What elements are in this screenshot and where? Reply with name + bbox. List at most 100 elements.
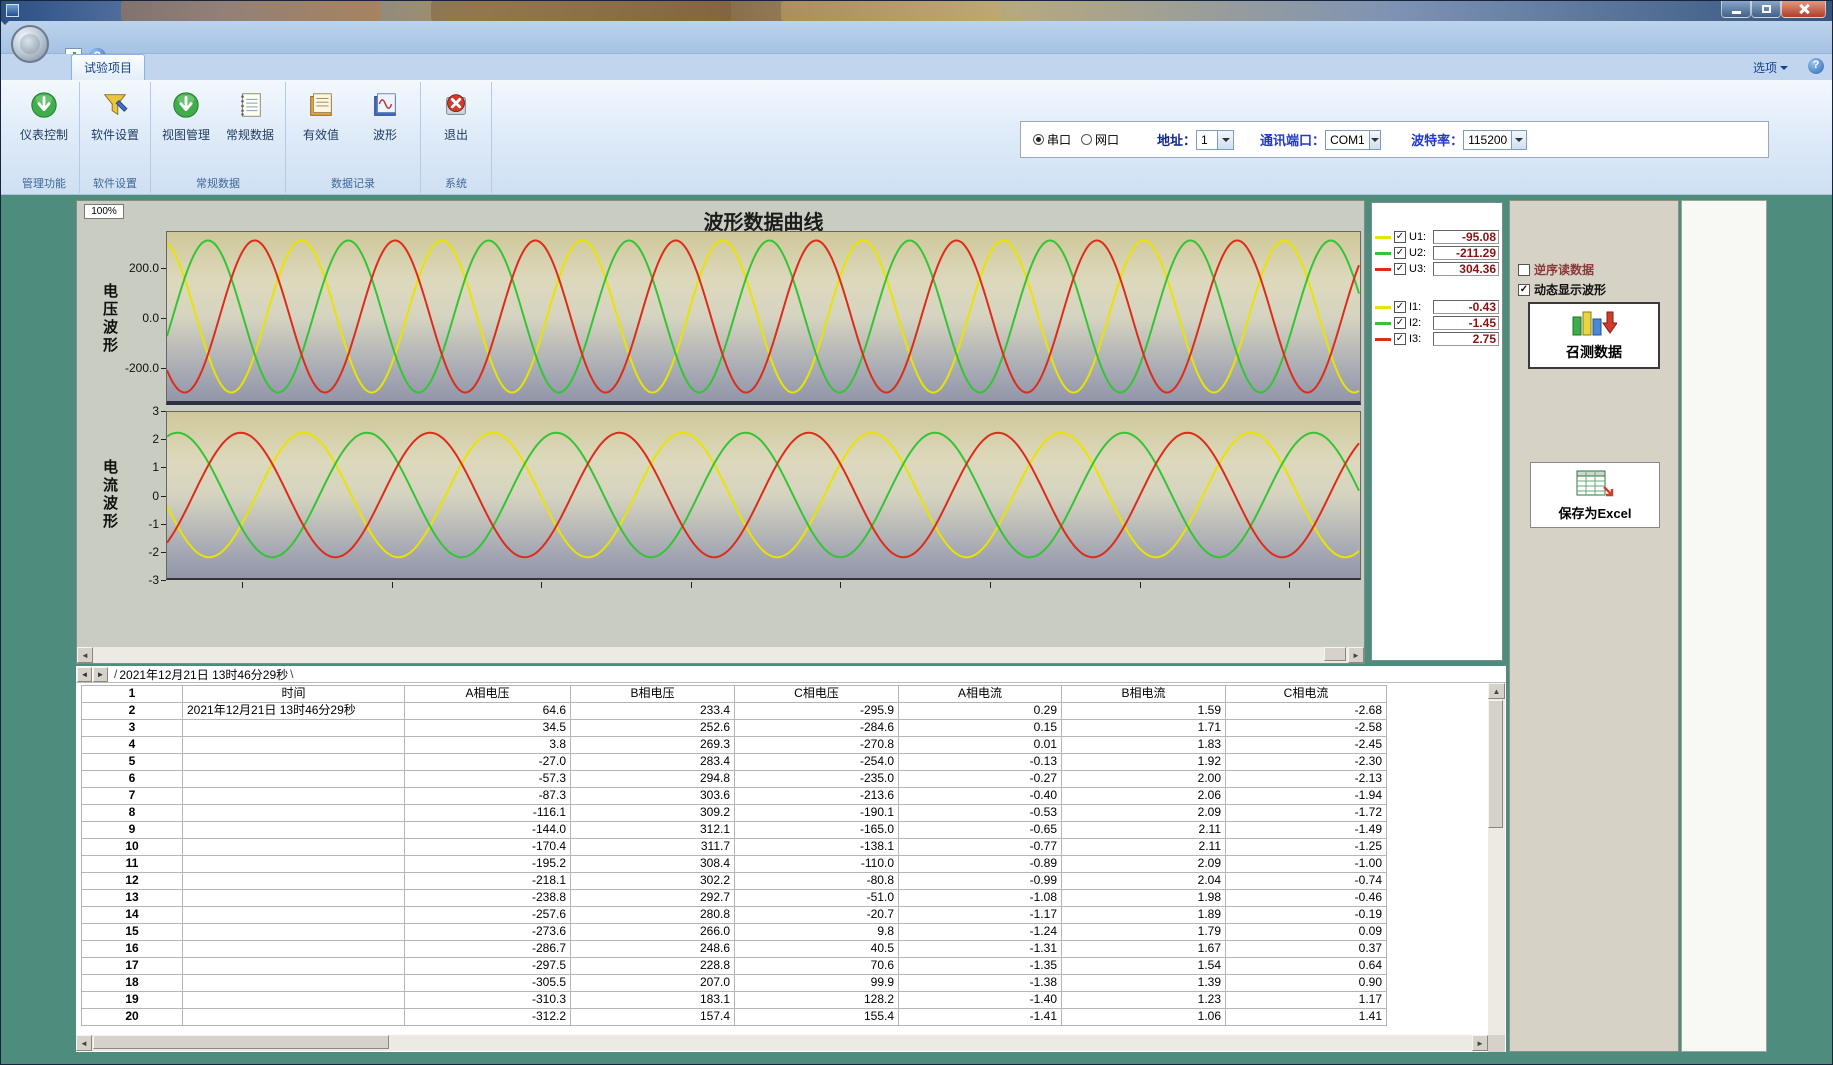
legend-checkbox-I3[interactable]	[1394, 333, 1406, 345]
y-tick-mark	[161, 318, 166, 319]
row-number-cell: 9	[82, 822, 183, 839]
time-cell	[183, 924, 405, 941]
table-vertical-scrollbar[interactable]: ▲ ▼	[1488, 683, 1505, 1052]
chart-horizontal-scrollbar[interactable]: ◄ ►	[77, 647, 1364, 663]
reverse-read-option[interactable]: 逆序读数据	[1518, 261, 1594, 278]
row-number-cell: 17	[82, 958, 183, 975]
time-cell	[183, 720, 405, 737]
y-tick-mark	[161, 496, 166, 497]
y-tick-mark	[161, 368, 166, 369]
value-cell: -110.0	[735, 856, 899, 873]
maximize-button[interactable]	[1751, 1, 1781, 18]
legend-checkbox-U2[interactable]	[1394, 247, 1406, 259]
comm-port-select[interactable]: COM1	[1325, 130, 1381, 150]
time-cell	[183, 771, 405, 788]
value-cell: 40.5	[735, 941, 899, 958]
legend-checkbox-U3[interactable]	[1394, 263, 1406, 275]
scrollbar-thumb[interactable]	[1324, 647, 1346, 661]
waveform-book-icon	[370, 90, 400, 120]
quick-access-dropdown-icon[interactable]	[1, 21, 9, 29]
tab-test-project[interactable]: 试验项目	[71, 54, 145, 80]
legend-value-I3: 2.75	[1433, 332, 1499, 346]
table-row: 6-57.3294.8-235.0-0.272.00-2.13	[82, 771, 1387, 788]
data-table: 1时间A相电压B相电压C相电压A相电流B相电流C相电流22021年12月21日 …	[81, 685, 1387, 1026]
fetch-data-button[interactable]: 召测数据	[1528, 302, 1660, 369]
software-settings-button[interactable]: 软件设置	[83, 84, 147, 172]
value-cell: -273.6	[405, 924, 571, 941]
table-row: 16-286.7248.640.5-1.311.670.37	[82, 941, 1387, 958]
serial-port-radio[interactable]	[1033, 134, 1044, 145]
legend-item-U1: U1:-95.08	[1372, 229, 1502, 245]
voltage-waveform-plot[interactable]	[166, 231, 1361, 405]
legend-checkbox-I1[interactable]	[1394, 301, 1406, 313]
table-area: 1时间A相电压B相电压C相电压A相电流B相电流C相电流22021年12月21日 …	[76, 683, 1506, 1052]
value-cell: 9.8	[735, 924, 899, 941]
baud-rate-select[interactable]: 115200	[1463, 130, 1527, 150]
legend-value-U1: -95.08	[1433, 230, 1499, 244]
comm-port-label: 通讯端口：	[1260, 130, 1325, 149]
value-cell: 64.6	[405, 703, 571, 720]
y-tick-label: -2	[111, 545, 159, 559]
scroll-left-icon[interactable]: ◄	[77, 647, 93, 663]
y-tick-mark	[161, 552, 166, 553]
scroll-up-icon[interactable]: ▲	[1488, 683, 1505, 699]
scrollbar-track[interactable]	[93, 647, 1348, 663]
chevron-down-icon[interactable]	[1511, 131, 1526, 149]
time-cell	[183, 941, 405, 958]
chevron-down-icon[interactable]	[1217, 131, 1233, 149]
exit-button[interactable]: 退出	[424, 84, 488, 172]
chevron-down-icon[interactable]	[1369, 131, 1380, 149]
minimize-button[interactable]	[1721, 1, 1751, 18]
network-port-label: 网口	[1095, 131, 1119, 148]
save-excel-button[interactable]: 保存为Excel	[1530, 462, 1660, 528]
rms-value-button[interactable]: 有效值	[289, 84, 353, 172]
scrollbar-track[interactable]	[92, 1035, 1472, 1051]
application-orb-button[interactable]	[11, 25, 49, 63]
value-cell: 233.4	[571, 703, 735, 720]
sheet-nav-right-icon[interactable]: ►	[93, 667, 108, 682]
window-controls	[1721, 1, 1826, 18]
close-button[interactable]	[1781, 1, 1826, 18]
instrument-control-button[interactable]: 仪表控制	[12, 84, 76, 172]
view-management-button[interactable]: 视图管理	[154, 84, 218, 172]
minimize-icon	[1732, 11, 1741, 14]
app-icon	[6, 4, 19, 17]
regular-data-button[interactable]: 常规数据	[218, 84, 282, 172]
scrollbar-thumb[interactable]	[1488, 700, 1503, 828]
header-cell: C相电压	[735, 686, 899, 703]
legend-checkbox-I2[interactable]	[1394, 317, 1406, 329]
value-cell: -27.0	[405, 754, 571, 771]
sheet-tab[interactable]: / 2021年12月21日 13时46分29秒 \	[114, 666, 293, 683]
value-cell: -312.2	[405, 1009, 571, 1026]
value-cell: 1.41	[1226, 1009, 1387, 1026]
scroll-right-icon[interactable]: ►	[1348, 647, 1364, 663]
value-cell: 1.71	[1062, 720, 1226, 737]
network-port-radio[interactable]	[1081, 134, 1092, 145]
legend-item-I1: I1:-0.43	[1372, 299, 1502, 315]
scrollbar-track[interactable]	[1488, 699, 1505, 1036]
options-menu[interactable]: 选项	[1753, 59, 1788, 76]
group-label: 数据记录	[286, 175, 420, 192]
current-waveform-plot[interactable]	[166, 411, 1361, 580]
scroll-left-icon[interactable]: ◄	[76, 1035, 92, 1051]
legend-item-I2: I2:-1.45	[1372, 315, 1502, 331]
value-cell: -2.68	[1226, 703, 1387, 720]
table-horizontal-scrollbar[interactable]: ◄ ►	[76, 1035, 1488, 1051]
address-select[interactable]: 1	[1196, 130, 1234, 150]
dynamic-display-option[interactable]: 动态显示波形	[1518, 281, 1606, 298]
legend-checkbox-U1[interactable]	[1394, 231, 1406, 243]
value-cell: 0.15	[899, 720, 1062, 737]
dynamic-display-checkbox[interactable]	[1518, 284, 1530, 296]
sheet-tab-strip: ◄ ► / 2021年12月21日 13时46分29秒 \	[76, 666, 1506, 683]
y-tick-mark	[161, 439, 166, 440]
sheet-nav-left-icon[interactable]: ◄	[77, 667, 92, 682]
reverse-read-checkbox[interactable]	[1518, 264, 1530, 276]
value-cell: 309.2	[571, 805, 735, 822]
value-cell: -116.1	[405, 805, 571, 822]
scrollbar-thumb[interactable]	[93, 1035, 389, 1049]
waveform-button[interactable]: 波形	[353, 84, 417, 172]
value-cell: 1.79	[1062, 924, 1226, 941]
value-cell: 99.9	[735, 975, 899, 992]
scroll-right-icon[interactable]: ►	[1472, 1035, 1488, 1051]
help-icon[interactable]: ?	[1808, 58, 1824, 74]
